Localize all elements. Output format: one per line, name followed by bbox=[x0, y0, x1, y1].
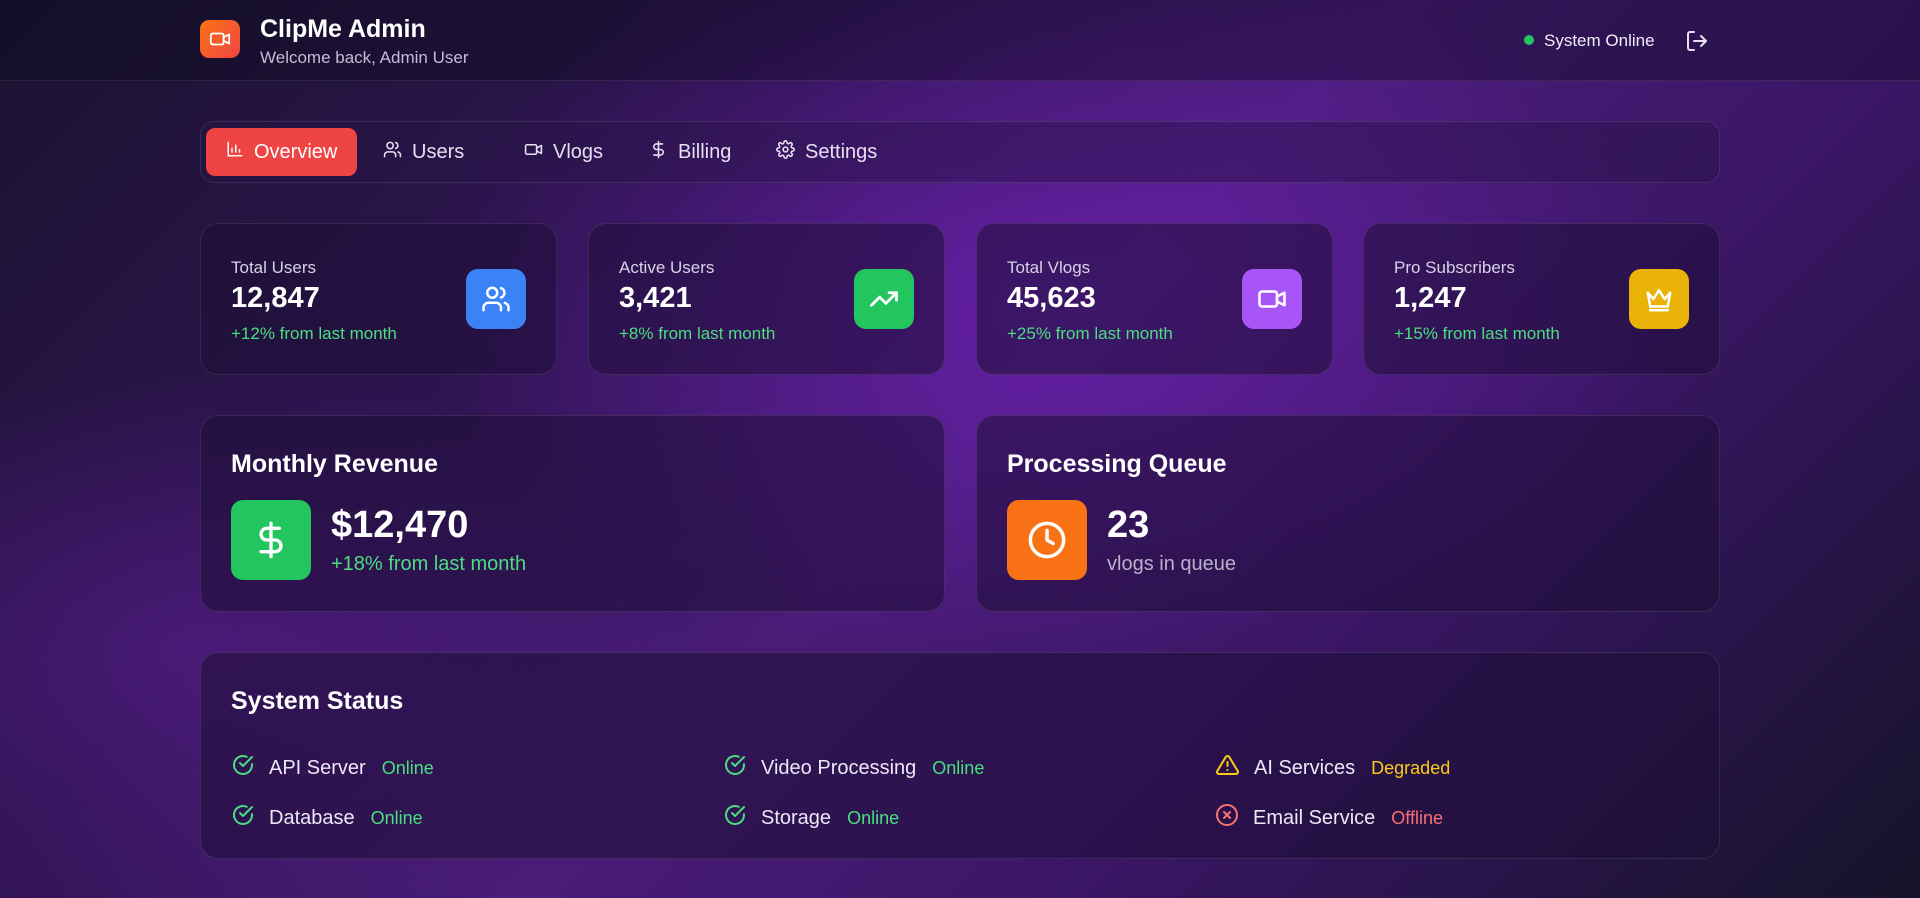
tab-users[interactable]: Users bbox=[363, 128, 484, 176]
tab-label: Settings bbox=[805, 140, 878, 163]
status-item-api-server: API Server Online bbox=[231, 753, 434, 783]
tab-billing[interactable]: Billing bbox=[629, 128, 751, 176]
service-state: Online bbox=[381, 757, 434, 778]
gear-icon bbox=[776, 139, 795, 165]
card-title: Monthly Revenue bbox=[231, 450, 438, 478]
status-item-storage: Storage Online bbox=[723, 803, 899, 833]
trending-up-icon bbox=[854, 269, 914, 329]
status-item-email-service: Email Service Offline bbox=[1215, 803, 1443, 833]
stat-value: 45,623 bbox=[1007, 282, 1096, 314]
tab-settings[interactable]: Settings bbox=[756, 128, 897, 176]
revenue-value: $12,470 bbox=[331, 504, 469, 546]
service-state: Degraded bbox=[1371, 757, 1451, 778]
service-name: API Server bbox=[269, 756, 366, 779]
tab-overview[interactable]: Overview bbox=[206, 128, 358, 176]
system-status-card: System Status API Server Online Video Pr… bbox=[200, 652, 1720, 859]
service-name: Storage bbox=[761, 806, 832, 829]
monthly-revenue-card: Monthly Revenue $12,470 +18% from last m… bbox=[200, 415, 945, 612]
video-camera-icon bbox=[200, 20, 240, 58]
tab-label: Users bbox=[412, 140, 465, 163]
stat-value: 3,421 bbox=[619, 282, 692, 314]
service-state: Offline bbox=[1391, 807, 1443, 828]
dollar-icon bbox=[649, 140, 668, 165]
warning-icon bbox=[1215, 753, 1240, 783]
logout-icon[interactable] bbox=[1684, 28, 1710, 54]
tab-label: Vlogs bbox=[553, 140, 604, 163]
stat-label: Total Vlogs bbox=[1007, 258, 1091, 277]
stat-label: Active Users bbox=[619, 258, 715, 277]
users-icon bbox=[383, 140, 402, 165]
card-title: Processing Queue bbox=[1007, 450, 1227, 478]
service-name: AI Services bbox=[1254, 756, 1356, 779]
stat-change: +15% from last month bbox=[1394, 324, 1560, 343]
app-title: ClipMe Admin bbox=[260, 15, 426, 43]
status-dot-icon bbox=[1524, 35, 1534, 45]
x-circle-icon bbox=[1215, 803, 1239, 833]
stat-label: Total Users bbox=[231, 258, 317, 277]
stat-card-total-users: Total Users 12,847 +12% from last month bbox=[200, 223, 557, 375]
check-circle-icon bbox=[723, 803, 747, 833]
tab-label: Billing bbox=[678, 140, 732, 163]
crown-icon bbox=[1629, 269, 1689, 329]
check-circle-icon bbox=[231, 803, 255, 833]
service-state: Online bbox=[370, 807, 423, 828]
stat-change: +25% from last month bbox=[1007, 324, 1173, 343]
service-name: Email Service bbox=[1253, 806, 1376, 829]
stat-card-pro-subscribers: Pro Subscribers 1,247 +15% from last mon… bbox=[1363, 223, 1720, 375]
tab-vlogs[interactable]: Vlogs bbox=[504, 128, 623, 176]
status-item-video-processing: Video Processing Online bbox=[723, 753, 984, 783]
service-state: Online bbox=[847, 807, 900, 828]
stat-change: +8% from last month bbox=[619, 324, 776, 343]
welcome-text: Welcome back, Admin User bbox=[260, 48, 469, 67]
status-item-ai-services: AI Services Degraded bbox=[1215, 753, 1450, 783]
queue-count: 23 bbox=[1107, 504, 1150, 546]
video-icon bbox=[1242, 269, 1302, 329]
system-status-indicator: System Online bbox=[1544, 31, 1655, 50]
stat-card-active-users: Active Users 3,421 +8% from last month bbox=[588, 223, 945, 375]
stat-label: Pro Subscribers bbox=[1394, 258, 1515, 277]
queue-sub: vlogs in queue bbox=[1107, 553, 1236, 575]
app-header: ClipMe Admin Welcome back, Admin User Sy… bbox=[0, 0, 1920, 81]
stat-card-total-vlogs: Total Vlogs 45,623 +25% from last month bbox=[976, 223, 1333, 375]
service-state: Online bbox=[932, 757, 985, 778]
stat-change: +12% from last month bbox=[231, 324, 397, 343]
stat-value: 1,247 bbox=[1394, 282, 1467, 314]
stat-value: 12,847 bbox=[231, 282, 320, 314]
service-name: Video Processing bbox=[761, 756, 917, 779]
clock-icon bbox=[1007, 500, 1087, 580]
service-name: Database bbox=[269, 806, 355, 829]
status-item-database: Database Online bbox=[231, 803, 423, 833]
users-icon bbox=[466, 269, 526, 329]
bar-chart-icon bbox=[226, 140, 244, 164]
video-icon bbox=[524, 140, 543, 165]
check-circle-icon bbox=[231, 753, 255, 783]
dollar-icon bbox=[231, 500, 311, 580]
processing-queue-card: Processing Queue 23 vlogs in queue bbox=[976, 415, 1720, 612]
card-title: System Status bbox=[231, 687, 404, 715]
nav-tabs: Overview Users Vlogs Billing Settings bbox=[200, 121, 1720, 183]
revenue-change: +18% from last month bbox=[331, 553, 527, 575]
tab-label: Overview bbox=[254, 140, 338, 163]
check-circle-icon bbox=[723, 753, 747, 783]
